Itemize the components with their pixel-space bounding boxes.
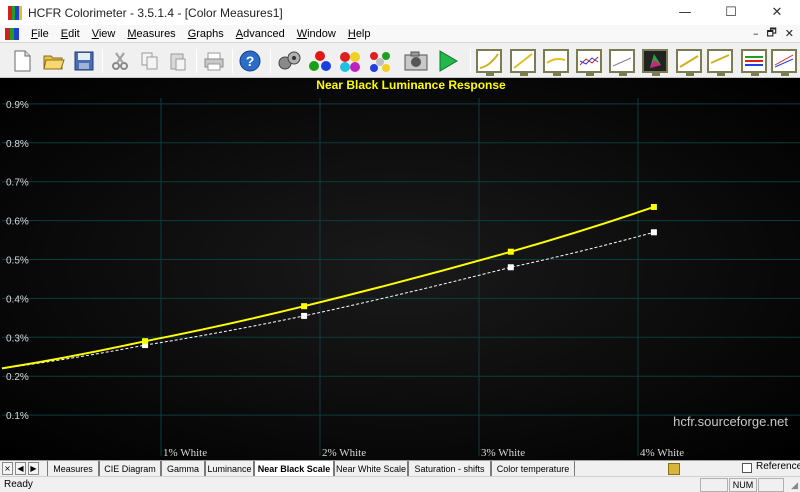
measured-series-point	[650, 203, 657, 210]
rgb-graph-icon[interactable]	[575, 47, 603, 76]
mdi-minimize-button[interactable]: –	[753, 27, 759, 40]
near-white-graph-icon[interactable]	[706, 47, 734, 76]
paste-icon[interactable]	[164, 47, 192, 75]
save-disk-icon[interactable]	[70, 47, 98, 75]
measured-series-point	[301, 303, 308, 310]
saturation-graph-icon[interactable]	[542, 47, 570, 76]
mdi-restore-button[interactable]: 🗗	[766, 24, 776, 43]
menu-window[interactable]: Window	[291, 28, 342, 40]
x-tick-label: 1% White	[163, 447, 207, 459]
reference-series-point	[301, 312, 308, 319]
x-tick-label: 3% White	[481, 447, 525, 459]
y-tick-labels: 0.1% 0.2% 0.3% 0.4% 0.5% 0.6% 0.7% 0.8% 0.9%	[6, 100, 29, 422]
close-button[interactable]: ✕	[754, 0, 800, 25]
menu-help[interactable]: Help	[342, 28, 377, 40]
menu-edit[interactable]: Edit	[55, 28, 86, 40]
play-icon[interactable]	[434, 47, 462, 75]
menu-view[interactable]: View	[86, 28, 122, 40]
menu-measures[interactable]: Measures	[121, 28, 181, 40]
status-pane-empty	[700, 478, 728, 492]
measured-series-point	[507, 248, 514, 255]
color-temp-graph-icon[interactable]	[740, 47, 768, 76]
cut-scissors-icon[interactable]	[106, 47, 134, 75]
compare-graph-icon[interactable]	[770, 47, 798, 76]
reference-checkbox[interactable]	[742, 463, 752, 473]
tab-bar: ⨯ ◀ ▶ Measures CIE Diagram Gamma Luminan…	[0, 460, 800, 476]
sensor-icon[interactable]	[276, 47, 304, 75]
y-tick-label: 0.5%	[6, 256, 29, 267]
menu-advanced[interactable]: Advanced	[230, 28, 291, 40]
document-menu-icon[interactable]	[5, 27, 20, 40]
chart-background	[0, 78, 800, 460]
near-black-graph-icon[interactable]	[675, 47, 703, 76]
tab-close-button[interactable]: ⨯	[2, 462, 13, 475]
reference-label: Reference	[756, 461, 800, 472]
status-text: Ready	[4, 479, 33, 490]
reference-series-point	[507, 264, 514, 271]
camera-icon[interactable]	[402, 47, 430, 75]
svg-text:?: ?	[246, 53, 255, 69]
y-tick-label: 0.3%	[6, 333, 29, 344]
y-tick-label: 0.4%	[6, 294, 29, 305]
tab-measures[interactable]: Measures	[47, 461, 99, 476]
tab-luminance[interactable]: Luminance	[205, 461, 254, 476]
tab-saturation-shifts[interactable]: Saturation - shifts	[408, 461, 491, 476]
num-lock-indicator: NUM	[729, 478, 757, 492]
tab-gamma[interactable]: Gamma	[161, 461, 205, 476]
y-tick-label: 0.2%	[6, 372, 29, 383]
y-tick-label: 0.1%	[6, 411, 29, 422]
gamma-graph-icon[interactable]	[475, 47, 503, 76]
copy-icon[interactable]	[136, 47, 164, 75]
menu-bar: File Edit View Measures Graphs Advanced …	[0, 25, 800, 42]
luminance-graph-icon[interactable]	[509, 47, 537, 76]
white-graph-icon[interactable]	[608, 47, 636, 76]
tab-cie-diagram[interactable]: CIE Diagram	[99, 461, 161, 476]
help-icon[interactable]: ?	[236, 47, 264, 75]
title-bar: HCFR Colorimeter - 3.5.1.4 - [Color Meas…	[0, 0, 800, 25]
app-logo-icon	[8, 5, 22, 20]
tab-scroll-left-button[interactable]: ◀	[15, 462, 26, 475]
tab-near-white-scale[interactable]: Near White Scale	[334, 461, 408, 476]
y-tick-label: 0.6%	[6, 217, 29, 228]
status-pane-scroll	[758, 478, 784, 492]
resize-grip-icon[interactable]: ◢	[791, 480, 798, 491]
maximize-button[interactable]: ☐	[708, 0, 754, 25]
multi-color-balls-icon[interactable]	[366, 47, 394, 75]
open-folder-icon[interactable]	[40, 47, 68, 75]
tab-near-black-scale[interactable]: Near Black Scale	[254, 461, 334, 476]
near-black-chart: 0.1% 0.2% 0.3% 0.4% 0.5% 0.6% 0.7% 0.8% 0.9% 1% …	[0, 78, 800, 460]
reference-series-point	[650, 229, 657, 236]
tab-color-temperature[interactable]: Color temperature	[491, 461, 575, 476]
y-tick-label: 0.9%	[6, 100, 29, 111]
menu-graphs[interactable]: Graphs	[182, 28, 230, 40]
minimize-button[interactable]: —	[662, 0, 708, 25]
cie-diagram-icon[interactable]	[641, 47, 669, 76]
rgb-balls-icon[interactable]	[306, 47, 334, 75]
document-icon	[668, 463, 680, 475]
print-icon[interactable]	[200, 47, 228, 75]
chart-title: Near Black Luminance Response	[316, 78, 506, 92]
mdi-close-button[interactable]: ✕	[785, 27, 794, 40]
color-balls-icon[interactable]	[336, 47, 364, 75]
measured-series-point	[142, 338, 149, 345]
tab-scroll-right-button[interactable]: ▶	[28, 462, 39, 475]
chart-canvas: 0.1% 0.2% 0.3% 0.4% 0.5% 0.6% 0.7% 0.8% 0.9% 1% …	[0, 78, 800, 460]
y-tick-label: 0.7%	[6, 178, 29, 189]
status-bar: Ready NUM ◢	[0, 476, 800, 492]
new-document-icon[interactable]	[8, 47, 36, 75]
y-tick-label: 0.8%	[6, 139, 29, 150]
window-title: HCFR Colorimeter - 3.5.1.4 - [Color Meas…	[28, 5, 283, 20]
source-watermark: hcfr.sourceforge.net	[673, 414, 788, 429]
x-tick-label: 4% White	[640, 447, 684, 459]
menu-file[interactable]: File	[25, 28, 55, 40]
toolbar: ?	[0, 42, 800, 78]
x-tick-label: 2% White	[322, 447, 366, 459]
